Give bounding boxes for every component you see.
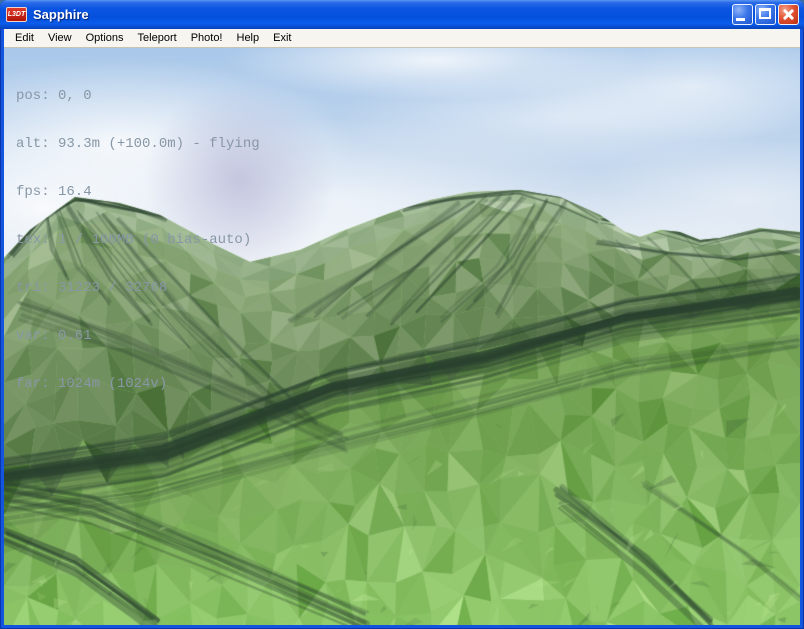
hud-line-far: far: 1024m (1024v) (16, 376, 260, 392)
close-button[interactable] (778, 4, 799, 25)
menu-edit[interactable]: Edit (8, 30, 41, 46)
hud-line-tri: tri: 31223 / 32768 (16, 280, 260, 296)
menu-bar: Edit View Options Teleport Photo! Help E… (4, 29, 800, 48)
window-title: Sapphire (33, 7, 732, 22)
minimize-button[interactable] (732, 4, 753, 25)
app-window: L3DT Sapphire Edit View Options Teleport… (0, 0, 804, 629)
menu-exit[interactable]: Exit (266, 30, 298, 46)
hud-line-pos: pos: 0, 0 (16, 88, 260, 104)
menu-help[interactable]: Help (230, 30, 267, 46)
hud-line-tex: tex: 1 / 100MB (0 bias-auto) (16, 232, 260, 248)
titlebar[interactable]: L3DT Sapphire (0, 0, 804, 29)
hud-line-fps: fps: 16.4 (16, 184, 260, 200)
menu-photo[interactable]: Photo! (184, 30, 230, 46)
window-controls (732, 4, 799, 25)
hud-line-alt: alt: 93.3m (+100.0m) - flying (16, 136, 260, 152)
minimize-icon (736, 18, 745, 21)
menu-options[interactable]: Options (79, 30, 131, 46)
maximize-button[interactable] (755, 4, 776, 25)
hud-overlay: pos: 0, 0 alt: 93.3m (+100.0m) - flying … (16, 56, 260, 424)
viewport-3d: pos: 0, 0 alt: 93.3m (+100.0m) - flying … (4, 48, 800, 625)
app-icon-label: L3DT (8, 11, 26, 18)
menu-teleport[interactable]: Teleport (131, 30, 184, 46)
hud-line-var: var: 0.61 (16, 328, 260, 344)
maximize-icon (759, 8, 771, 19)
menu-view[interactable]: View (41, 30, 79, 46)
l3dt-app-icon: L3DT (6, 7, 27, 22)
